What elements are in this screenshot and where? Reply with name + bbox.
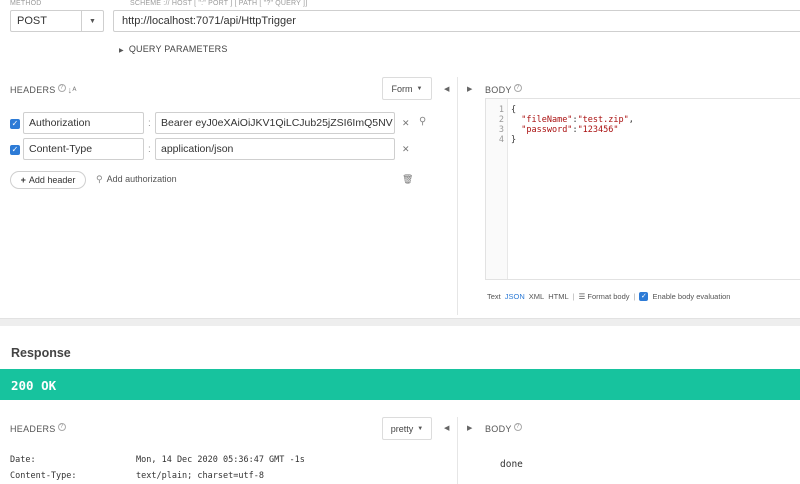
headers-title: HEADERS? ↓ᴬ bbox=[10, 84, 77, 95]
sort-icon[interactable]: ↓ᴬ bbox=[68, 85, 77, 95]
format-body-label: Format body bbox=[587, 292, 630, 301]
method-label: METHOD bbox=[10, 0, 42, 7]
help-icon[interactable]: ? bbox=[513, 84, 522, 92]
line-number: 3 bbox=[498, 125, 504, 135]
response-title: Response bbox=[11, 346, 71, 360]
response-body-title-text: BODY bbox=[485, 424, 512, 434]
line-number: 2 bbox=[498, 115, 504, 125]
collapse-right-icon[interactable]: ▶ bbox=[467, 424, 472, 432]
code-line: "password":"123456" bbox=[521, 125, 619, 135]
chevron-down-icon: ▼ bbox=[416, 85, 423, 92]
header-row-checkbox[interactable]: ✓ bbox=[10, 119, 20, 129]
response-header-value: text/plain; charset=utf-8 bbox=[136, 471, 264, 481]
code-content[interactable]: { "fileName":"test.zip", "password":"123… bbox=[511, 105, 634, 145]
body-title: BODY? bbox=[485, 84, 522, 95]
format-body-button[interactable]: ☰ Format body bbox=[579, 292, 630, 301]
response-headers-title: HEADERS? bbox=[10, 423, 66, 434]
add-authorization-button[interactable]: ⚲ Add authorization bbox=[96, 174, 177, 185]
plus-icon: + bbox=[20, 175, 26, 185]
panel-divider[interactable] bbox=[457, 417, 458, 484]
code-token: } bbox=[511, 135, 517, 145]
chevron-down-icon: ▼ bbox=[417, 425, 424, 432]
json-value: "test.zip" bbox=[577, 115, 629, 125]
format-icon: ☰ bbox=[578, 292, 586, 301]
json-key: "fileName" bbox=[521, 115, 573, 125]
pretty-dropdown-label: pretty bbox=[390, 423, 414, 434]
chevron-down-icon[interactable]: ▼ bbox=[81, 11, 103, 31]
format-html[interactable]: HTML bbox=[548, 292, 568, 301]
response-header-name: Date: bbox=[10, 455, 36, 465]
add-header-label: Add header bbox=[28, 175, 76, 185]
line-numbers: 1 2 3 4 bbox=[490, 105, 504, 145]
url-input[interactable]: http://localhost:7071/api/HttpTrigger bbox=[113, 10, 800, 32]
json-key: "password" bbox=[521, 125, 573, 135]
body-title-text: BODY bbox=[485, 85, 512, 95]
panel-divider[interactable] bbox=[457, 77, 458, 315]
method-select[interactable]: POST ▼ bbox=[10, 10, 104, 32]
help-icon[interactable]: ? bbox=[57, 84, 66, 92]
header-name-input[interactable]: Content-Type bbox=[23, 138, 144, 160]
collapse-right-icon[interactable]: ▶ bbox=[467, 85, 472, 93]
help-icon[interactable]: ? bbox=[57, 423, 66, 431]
key-icon[interactable]: ⚲ bbox=[419, 116, 426, 127]
header-separator: : bbox=[148, 144, 151, 155]
headers-title-text: HEADERS bbox=[10, 85, 56, 95]
response-header-name: Content-Type: bbox=[10, 471, 77, 481]
remove-header-icon[interactable]: ✕ bbox=[402, 118, 410, 129]
response-body-content: done bbox=[500, 459, 523, 470]
header-row-checkbox[interactable]: ✓ bbox=[10, 145, 20, 155]
add-header-button[interactable]: + Add header bbox=[10, 171, 86, 189]
key-icon: ⚲ bbox=[96, 174, 103, 184]
header-value-input[interactable]: application/json bbox=[155, 138, 395, 160]
caret-right-icon: ▶ bbox=[119, 48, 124, 54]
status-text: 200 OK bbox=[11, 378, 57, 393]
line-number: 4 bbox=[498, 135, 504, 145]
header-name-input[interactable]: Authorization bbox=[23, 112, 144, 134]
help-icon[interactable]: ? bbox=[513, 423, 522, 431]
code-line: { bbox=[511, 105, 634, 115]
response-header-value: Mon, 14 Dec 2020 05:36:47 GMT -1s bbox=[136, 455, 305, 465]
code-token: , bbox=[628, 115, 634, 125]
response-headers-title-text: HEADERS bbox=[10, 424, 56, 434]
enable-eval-checkbox[interactable]: ✓ bbox=[639, 292, 649, 301]
body-format-bar: Text JSON XML HTML | ☰ Format body | ✓ E… bbox=[487, 292, 730, 301]
form-dropdown-label: Form bbox=[391, 83, 413, 94]
format-xml[interactable]: XML bbox=[529, 292, 544, 301]
method-value: POST bbox=[17, 15, 47, 27]
query-parameters-label: QUERY PARAMETERS bbox=[128, 44, 228, 54]
header-value-input[interactable]: Bearer eyJ0eXAiOiJKV1QiLCJub25jZSI6ImQ5N… bbox=[155, 112, 395, 134]
code-token: { bbox=[511, 105, 517, 115]
add-authorization-label: Add authorization bbox=[106, 174, 177, 184]
section-separator bbox=[0, 318, 800, 326]
separator: | bbox=[633, 292, 636, 301]
query-parameters-toggle[interactable]: ▶ QUERY PARAMETERS bbox=[119, 44, 228, 54]
header-separator: : bbox=[148, 118, 151, 129]
trash-icon[interactable]: 🗑 bbox=[402, 174, 413, 185]
form-dropdown[interactable]: Form ▼ bbox=[382, 77, 432, 100]
json-value: "123456" bbox=[577, 125, 619, 135]
code-line: } bbox=[511, 135, 634, 145]
collapse-left-icon[interactable]: ◀ bbox=[444, 424, 449, 432]
format-text[interactable]: Text bbox=[487, 292, 501, 301]
collapse-left-icon[interactable]: ◀ bbox=[444, 85, 449, 93]
pretty-dropdown[interactable]: pretty ▼ bbox=[382, 417, 432, 440]
body-editor[interactable]: 1 2 3 4 { "fileName":"test.zip", "passwo… bbox=[485, 98, 800, 280]
remove-header-icon[interactable]: ✕ bbox=[402, 144, 410, 155]
scheme-label: SCHEME :// HOST [ ":" PORT ] [ PATH [ "?… bbox=[130, 0, 308, 7]
format-json[interactable]: JSON bbox=[505, 292, 525, 301]
status-bar bbox=[0, 369, 800, 400]
enable-eval-label: Enable body evaluation bbox=[652, 292, 731, 301]
response-body-title: BODY? bbox=[485, 423, 522, 434]
separator: | bbox=[572, 292, 575, 301]
line-number: 1 bbox=[498, 105, 504, 115]
code-line: "fileName":"test.zip", bbox=[521, 115, 634, 125]
